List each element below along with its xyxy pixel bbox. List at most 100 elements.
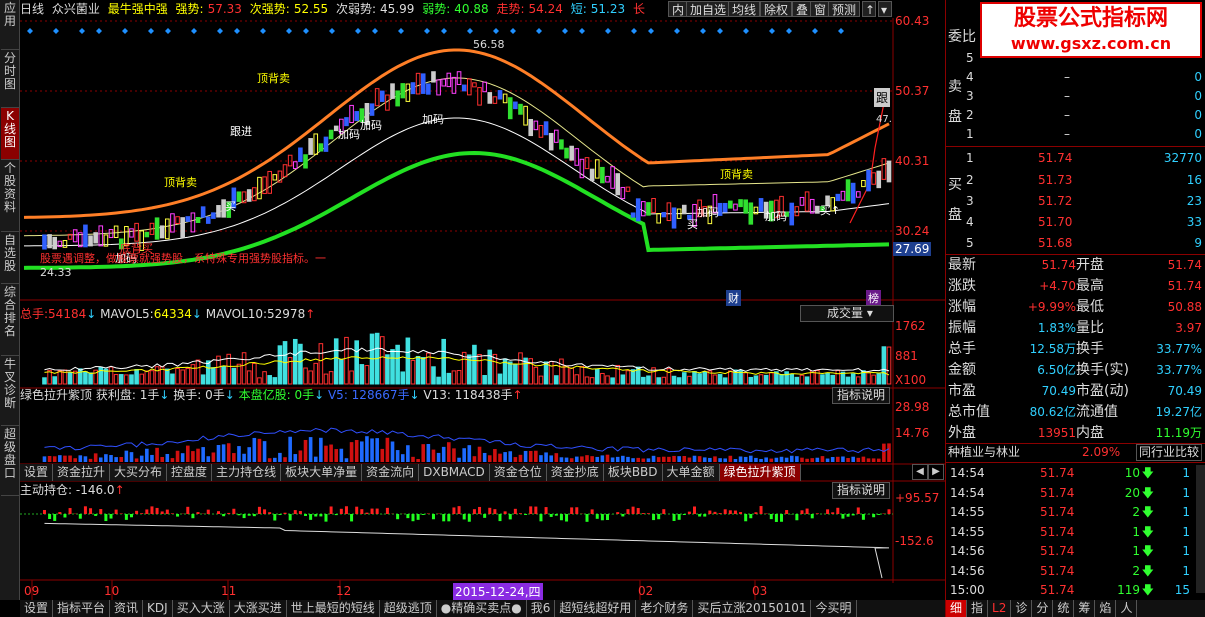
ind2-help-button[interactable]: 指标说明 <box>832 387 890 404</box>
ind3-bar <box>314 514 318 517</box>
tab-ind-8[interactable]: 资金仓位 <box>489 464 547 481</box>
tick-scrollbar[interactable] <box>1196 465 1205 593</box>
bottom-tab-6[interactable]: 世上最短的短线 <box>287 600 380 617</box>
tab-ind-1[interactable]: 资金拉升 <box>53 464 111 481</box>
ind2-bar <box>298 450 303 462</box>
candle <box>313 133 319 155</box>
candle <box>88 235 93 247</box>
tab-ind-10[interactable]: 板块BBD <box>603 464 663 481</box>
tab-scroll-right-icon[interactable]: ▶ <box>928 464 944 480</box>
bottom-tab-11[interactable]: 老介财务 <box>636 600 694 617</box>
rank-marker[interactable]: 榜 <box>866 290 881 306</box>
sell4-row[interactable]: 4–0 <box>946 68 1205 87</box>
candle <box>180 217 185 238</box>
bottom-tab-10[interactable]: 超短线超好用 <box>555 600 637 617</box>
bottom-tab-settings[interactable]: 设置 <box>20 600 54 617</box>
rtab-8[interactable]: 人 <box>1116 600 1138 617</box>
bottom-tab-12[interactable]: 买后立涨20150101 <box>693 600 812 617</box>
tab-watchlist[interactable]: 自选股 <box>1 232 19 284</box>
buy3-row[interactable]: 3 51.72 23 <box>946 192 1205 211</box>
trend-label: 走势: <box>496 2 525 16</box>
overlay-button[interactable]: 叠 <box>792 1 813 17</box>
ind2-bar <box>42 456 47 462</box>
tab-minute-chart[interactable]: 分时图 <box>1 50 19 108</box>
tab-app[interactable]: 应用 <box>1 0 19 50</box>
tab-scroll-left-icon[interactable]: ◀ <box>912 464 928 480</box>
forecast-button[interactable]: 预测 <box>828 1 861 17</box>
rtab-1[interactable]: 指 <box>967 600 989 617</box>
ind2-bar <box>262 441 267 462</box>
buy2-row[interactable]: 2 51.73 16 <box>946 171 1205 190</box>
ind3-bar <box>723 509 727 514</box>
tab-kline[interactable]: K线图 <box>1 108 19 160</box>
ma-button[interactable]: 均线 <box>728 1 761 17</box>
bottom-tab-7[interactable]: 超级逃顶 <box>380 600 437 617</box>
rtab-5[interactable]: 统 <box>1053 600 1075 617</box>
bottom-tab-8[interactable]: ●精确买卖点● <box>437 600 527 617</box>
finance-marker[interactable]: 财 <box>726 290 741 306</box>
bottom-tab-3[interactable]: KDJ <box>143 600 173 617</box>
rtab-4[interactable]: 分 <box>1032 600 1054 617</box>
tab-ind-6[interactable]: 资金流向 <box>362 464 420 481</box>
candle <box>804 191 810 212</box>
window-button[interactable]: 窗 <box>810 1 831 17</box>
add-watchlist-button[interactable]: 加自选 <box>686 1 731 17</box>
tab-ind-7[interactable]: DXBMACD <box>419 464 490 481</box>
tab-ind-2[interactable]: 大买分布 <box>110 464 168 481</box>
period-label[interactable]: 日线 <box>20 2 44 16</box>
candle <box>840 190 846 201</box>
candle <box>518 103 523 115</box>
tab-ind-12[interactable]: 绿色拉升紫顶 <box>719 464 801 481</box>
ind2-bar <box>447 442 451 462</box>
candle <box>661 212 667 218</box>
bottom-tab-2[interactable]: 资讯 <box>110 600 144 617</box>
up-icon[interactable]: ↑ <box>862 1 876 17</box>
rtab-7[interactable]: 焰 <box>1095 600 1117 617</box>
sector-row[interactable]: 种植业与林业 2.09% 同行业比较 <box>946 443 1205 462</box>
tick-volume: 119 <box>1117 583 1140 597</box>
down-arrow-icon: 🡇 <box>1141 544 1154 558</box>
tab-super-panel[interactable]: 超级盘口 <box>1 426 19 496</box>
rtab-6[interactable]: 筹 <box>1074 600 1096 617</box>
volume-bar <box>298 343 303 385</box>
tab-stock-info[interactable]: 个股资料 <box>1 160 19 232</box>
candle <box>410 82 416 95</box>
tab-ind-11[interactable]: 大单金额 <box>662 464 720 481</box>
bottom-tab-9[interactable]: 我6 <box>527 600 556 617</box>
sell3-row[interactable]: 3–0 <box>946 87 1205 106</box>
volume-dropdown[interactable]: 成交量 ▾ <box>800 305 894 322</box>
tab-ind-5[interactable]: 板块大单净量 <box>281 464 363 481</box>
tab-ranking[interactable]: 综合排名 <box>1 284 19 356</box>
rtab-2[interactable]: L2 <box>988 600 1012 617</box>
bottom-tab-13[interactable]: 今买明 <box>811 600 857 617</box>
bottom-tab-4[interactable]: 买入大涨 <box>173 600 230 617</box>
tab-ind-9[interactable]: 资金抄底 <box>546 464 604 481</box>
candle <box>369 103 375 116</box>
buy1-row[interactable]: 1 51.74 32770 <box>946 149 1205 168</box>
exright-button[interactable]: 除权 <box>760 1 793 17</box>
subweak-value: 45.99 <box>380 2 415 16</box>
quote-value: +4.70 <box>1039 279 1076 293</box>
sector-compare-button[interactable]: 同行业比较 <box>1136 444 1203 461</box>
rtab-3[interactable]: 诊 <box>1011 600 1033 617</box>
ind3-help-button[interactable]: 指标说明 <box>832 482 890 499</box>
tab-settings[interactable]: 设置 <box>20 464 54 481</box>
ind3-bar <box>191 514 195 519</box>
tab-ind-3[interactable]: 控盘度 <box>167 464 213 481</box>
volume-bar <box>446 372 452 385</box>
tab-diagnosis[interactable]: 牛叉诊断 <box>1 356 19 426</box>
ind3-bar <box>206 509 210 514</box>
buy4-row[interactable]: 4 51.70 33 <box>946 213 1205 232</box>
inner-button[interactable]: 内 <box>668 1 689 17</box>
bottom-tab-1[interactable]: 指标平台 <box>53 600 111 617</box>
tab-ind-4[interactable]: 主力持仓线 <box>212 464 282 481</box>
bottom-tab-5[interactable]: 大涨买进 <box>230 600 287 617</box>
sell2-row[interactable]: 2–0 <box>946 106 1205 125</box>
volume-bar <box>52 376 58 385</box>
rtab-0[interactable]: 细 <box>946 600 968 617</box>
chevron-down-icon[interactable]: ▾ <box>878 1 892 17</box>
sell1-row[interactable]: 1–0 <box>946 125 1205 144</box>
quote-row: 最新 51.74 开盘 51.74 <box>946 256 1205 275</box>
buy5-row[interactable]: 5 51.68 9 <box>946 234 1205 253</box>
signal-diamond <box>562 28 568 34</box>
